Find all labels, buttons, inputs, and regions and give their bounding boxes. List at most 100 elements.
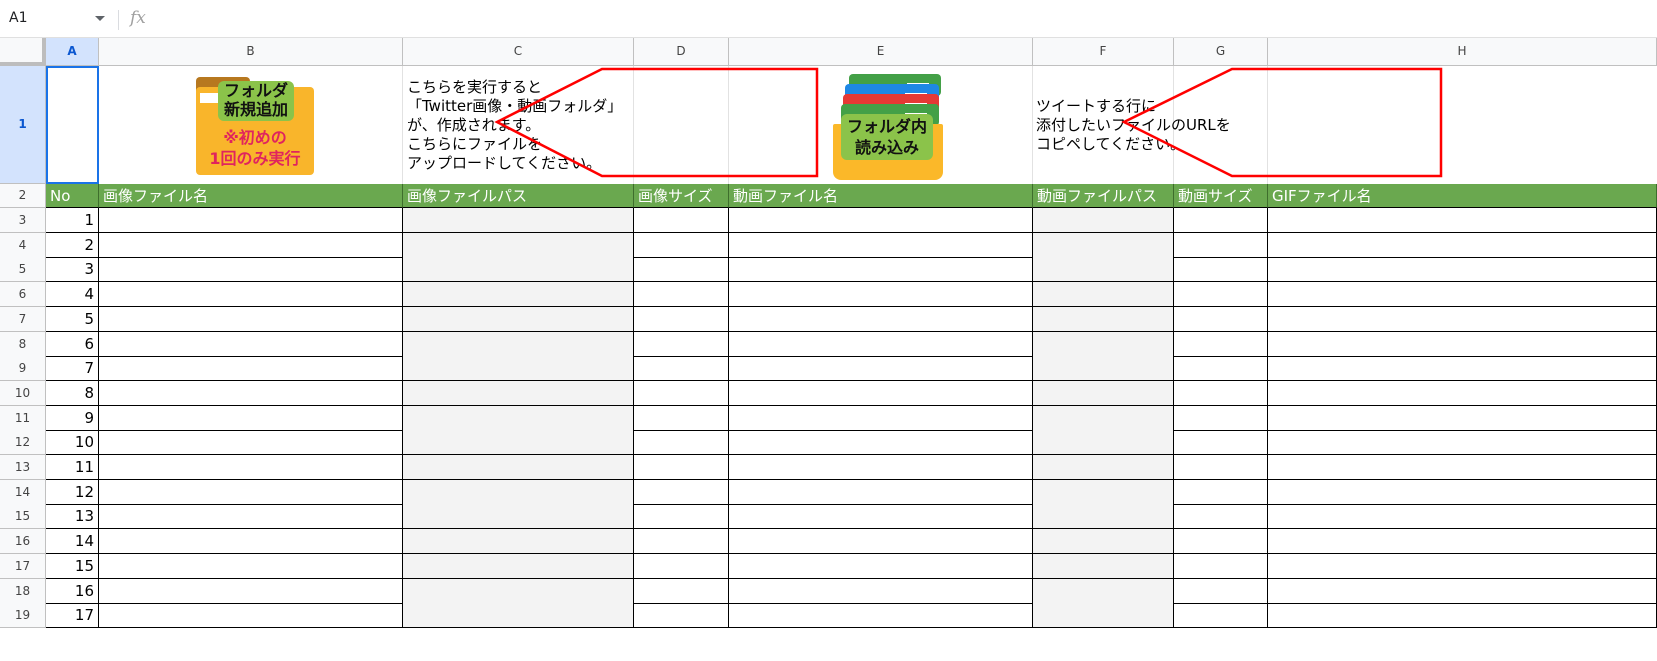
table-cell[interactable] xyxy=(1033,282,1174,308)
row-header[interactable]: 8 xyxy=(0,331,46,357)
row-header[interactable]: 7 xyxy=(0,306,46,332)
table-cell[interactable] xyxy=(634,331,729,357)
table-cell[interactable] xyxy=(1174,504,1268,530)
table-cell[interactable] xyxy=(1268,578,1657,604)
table-cell[interactable] xyxy=(1174,232,1268,258)
table-cell[interactable] xyxy=(729,603,1033,629)
table-cell[interactable] xyxy=(1033,455,1174,480)
table-cell[interactable] xyxy=(99,430,403,456)
name-box-dropdown-icon[interactable] xyxy=(95,16,105,21)
cell-no[interactable]: 2 xyxy=(46,232,99,258)
table-cell[interactable] xyxy=(403,232,634,258)
name-box[interactable]: A1 xyxy=(9,10,27,26)
table-cell[interactable] xyxy=(403,553,634,579)
table-cell[interactable] xyxy=(1268,282,1657,308)
column-header-f[interactable]: F xyxy=(1033,38,1174,66)
column-header-d[interactable]: D xyxy=(634,38,729,66)
table-cell[interactable] xyxy=(634,405,729,431)
cell-no[interactable]: 10 xyxy=(46,430,99,456)
cell-no[interactable]: 15 xyxy=(46,553,99,579)
table-cell[interactable] xyxy=(1033,479,1174,505)
table-cell[interactable] xyxy=(1033,529,1174,555)
table-cell[interactable] xyxy=(1033,603,1174,629)
table-cell[interactable] xyxy=(1268,405,1657,431)
column-header-c[interactable]: C xyxy=(403,38,634,66)
table-cell[interactable] xyxy=(1174,356,1268,382)
column-header-g[interactable]: G xyxy=(1174,38,1268,66)
select-all-corner[interactable] xyxy=(0,38,46,66)
table-cell[interactable] xyxy=(99,356,403,382)
table-cell[interactable] xyxy=(729,529,1033,555)
row-header[interactable]: 13 xyxy=(0,455,46,480)
table-cell[interactable] xyxy=(1174,479,1268,505)
cell-no[interactable]: 17 xyxy=(46,603,99,629)
table-cell[interactable] xyxy=(729,208,1033,233)
table-cell[interactable] xyxy=(1033,504,1174,530)
cell-no[interactable]: 13 xyxy=(46,504,99,530)
table-cell[interactable] xyxy=(403,380,634,406)
table-cell[interactable] xyxy=(1268,208,1657,233)
cell-no[interactable]: 7 xyxy=(46,356,99,382)
table-cell[interactable] xyxy=(1174,578,1268,604)
table-cell[interactable] xyxy=(1268,331,1657,357)
header-image-file-name[interactable]: 画像ファイル名 xyxy=(99,184,403,208)
table-cell[interactable] xyxy=(1033,380,1174,406)
table-cell[interactable] xyxy=(99,282,403,308)
row-header[interactable]: 6 xyxy=(0,282,46,308)
table-cell[interactable] xyxy=(634,504,729,530)
row-header[interactable]: 4 xyxy=(0,232,46,258)
column-header-b[interactable]: B xyxy=(99,38,403,66)
table-cell[interactable] xyxy=(1174,282,1268,308)
table-cell[interactable] xyxy=(634,529,729,555)
table-cell[interactable] xyxy=(403,578,634,604)
table-cell[interactable] xyxy=(1268,553,1657,579)
table-cell[interactable] xyxy=(403,529,634,555)
load-folder-button[interactable]: フォルダ内 読み込み xyxy=(833,74,943,182)
table-cell[interactable] xyxy=(1268,232,1657,258)
table-cell[interactable] xyxy=(1033,331,1174,357)
table-cell[interactable] xyxy=(1268,257,1657,283)
table-cell[interactable] xyxy=(1174,430,1268,456)
table-cell[interactable] xyxy=(99,306,403,332)
table-cell[interactable] xyxy=(403,430,634,456)
table-cell[interactable] xyxy=(1174,257,1268,283)
table-cell[interactable] xyxy=(634,257,729,283)
row-header[interactable]: 18 xyxy=(0,578,46,604)
table-cell[interactable] xyxy=(634,356,729,382)
row-header[interactable]: 12 xyxy=(0,430,46,456)
column-header-e[interactable]: E xyxy=(729,38,1033,66)
table-cell[interactable] xyxy=(403,331,634,357)
table-cell[interactable] xyxy=(1033,257,1174,283)
table-cell[interactable] xyxy=(1174,603,1268,629)
table-cell[interactable] xyxy=(99,529,403,555)
table-cell[interactable] xyxy=(1268,603,1657,629)
row-header[interactable]: 11 xyxy=(0,405,46,431)
header-no[interactable]: No xyxy=(46,184,99,208)
header-video-file-name[interactable]: 動画ファイル名 xyxy=(729,184,1033,208)
table-cell[interactable] xyxy=(729,553,1033,579)
table-cell[interactable] xyxy=(1174,208,1268,233)
table-cell[interactable] xyxy=(729,257,1033,283)
cell-no[interactable]: 11 xyxy=(46,455,99,480)
row-header[interactable]: 3 xyxy=(0,208,46,233)
table-cell[interactable] xyxy=(1174,553,1268,579)
table-cell[interactable] xyxy=(729,232,1033,258)
cell-no[interactable]: 14 xyxy=(46,529,99,555)
header-video-size[interactable]: 動画サイズ xyxy=(1174,184,1268,208)
table-cell[interactable] xyxy=(1268,455,1657,480)
table-cell[interactable] xyxy=(99,578,403,604)
table-cell[interactable] xyxy=(403,504,634,530)
table-cell[interactable] xyxy=(1174,455,1268,480)
table-cell[interactable] xyxy=(1174,331,1268,357)
column-header-a[interactable]: A xyxy=(46,38,99,66)
table-cell[interactable] xyxy=(403,257,634,283)
table-cell[interactable] xyxy=(1268,504,1657,530)
header-image-file-path[interactable]: 画像ファイルパス xyxy=(403,184,634,208)
table-cell[interactable] xyxy=(634,455,729,480)
table-cell[interactable] xyxy=(99,405,403,431)
table-cell[interactable] xyxy=(99,553,403,579)
table-cell[interactable] xyxy=(729,578,1033,604)
row-header[interactable]: 15 xyxy=(0,504,46,530)
table-cell[interactable] xyxy=(634,603,729,629)
header-gif-file-name[interactable]: GIFファイル名 xyxy=(1268,184,1657,208)
